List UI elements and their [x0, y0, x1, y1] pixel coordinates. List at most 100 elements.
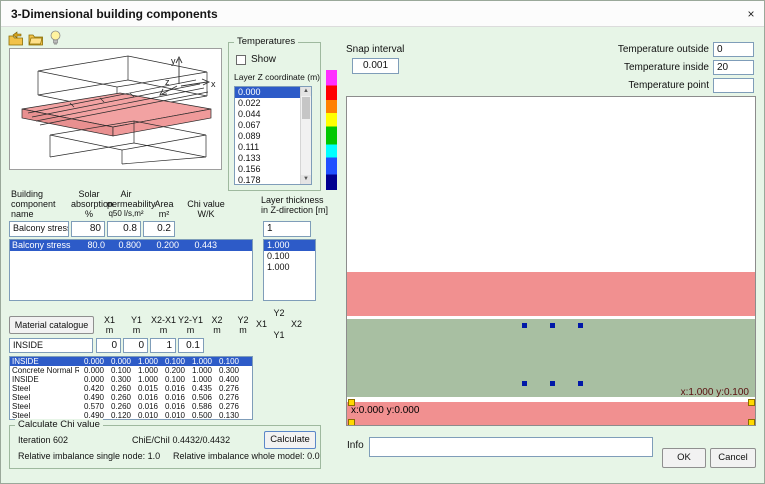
list-item[interactable]: 0.089: [235, 131, 300, 142]
material-name-input[interactable]: INSIDE: [9, 338, 93, 353]
temperatures-group-label: Temperatures: [234, 36, 298, 47]
layer-thickness-listbox[interactable]: 1.000 0.100 1.000: [263, 239, 316, 301]
header-y1: Y1m: [123, 315, 150, 335]
coordinate-headers: X1m Y1m X2-X1m Y2-Y1m X2m Y2m: [96, 307, 256, 335]
table-row[interactable]: Balcony stress 1m 80.0 0.800 0.200 0.443: [10, 240, 252, 251]
import-icon[interactable]: [8, 31, 24, 46]
ok-button[interactable]: OK: [662, 448, 706, 468]
model-3d-preview[interactable]: y x z: [9, 48, 222, 170]
scrollbar-thumb[interactable]: [302, 97, 310, 119]
list-item[interactable]: 0.044: [235, 109, 300, 120]
temperature-outside-label: Temperature outside: [599, 44, 709, 55]
axis-indicator: y x z: [155, 50, 221, 96]
imbalance-model-text: Relative imbalance whole model: 0.0: [173, 451, 320, 461]
y1-input[interactable]: 0: [123, 338, 148, 353]
temperature-inside-input[interactable]: 20: [713, 60, 754, 75]
temperature-point-label: Temperature point: [599, 80, 709, 91]
material-catalogue-button[interactable]: Material catalogue: [9, 316, 94, 334]
concrete-band-upper: [347, 272, 755, 316]
table-row[interactable]: INSIDE0.0000.3001.0000.1001.0000.400: [10, 375, 252, 384]
header-y2y1: Y2-Y1m: [177, 315, 204, 335]
info-input[interactable]: [369, 437, 653, 457]
coordinate-label-right: x:1.000 y:0.100: [681, 387, 749, 398]
materials-grid[interactable]: INSIDE0.0000.0001.0000.1001.0000.100 Con…: [9, 356, 253, 420]
layer-z-listbox[interactable]: 0.000 0.022 0.044 0.067 0.089 0.111 0.13…: [234, 86, 312, 185]
area-input[interactable]: 0.2: [143, 221, 175, 237]
layer-list-scrollbar[interactable]: ▲ ▼: [300, 87, 311, 184]
table-row[interactable]: INSIDE0.0000.0001.0000.1001.0000.100: [10, 357, 252, 366]
dy-input[interactable]: 0.1: [178, 338, 204, 353]
help-icon[interactable]: [49, 30, 62, 46]
header-y2: Y2m: [230, 315, 256, 335]
list-item[interactable]: 0.000: [235, 87, 300, 98]
axis-x-label: x: [211, 79, 216, 89]
steel-marker[interactable]: [578, 381, 583, 386]
table-row[interactable]: Steel0.4900.2600.0160.0160.5060.276: [10, 393, 252, 402]
steel-marker[interactable]: [522, 323, 527, 328]
dx-input[interactable]: 1: [150, 338, 176, 353]
header-chi-value: Chi valueW/K: [183, 199, 229, 219]
component-grid[interactable]: Balcony stress 1m 80.0 0.800 0.200 0.443: [9, 239, 253, 301]
selection-handle[interactable]: [748, 419, 755, 426]
calculate-button[interactable]: Calculate: [264, 431, 316, 449]
steel-marker[interactable]: [550, 381, 555, 386]
header-x1: X1m: [96, 315, 123, 335]
table-row[interactable]: Concrete Normal R...0.0000.1001.0000.200…: [10, 366, 252, 375]
header-x2: X2m: [204, 315, 230, 335]
header-area: Aream²: [145, 199, 183, 219]
scroll-down-icon[interactable]: ▼: [301, 175, 311, 184]
list-item[interactable]: 1.000: [264, 262, 315, 273]
component-name-input[interactable]: Balcony stress 1m: [9, 221, 69, 237]
solar-absorption-input[interactable]: 80: [71, 221, 105, 237]
list-item[interactable]: 0.133: [235, 153, 300, 164]
steel-marker[interactable]: [522, 381, 527, 386]
temperature-outside-input[interactable]: 0: [713, 42, 754, 57]
imbalance-node-text: Relative imbalance single node: 1.0: [18, 451, 160, 461]
table-row[interactable]: Steel0.5700.2600.0160.0160.5860.276: [10, 402, 252, 411]
snap-interval-input[interactable]: 0.001: [352, 58, 399, 74]
selection-handle[interactable]: [348, 419, 355, 426]
dialog-window: 3-Dimensional building components ×: [0, 0, 765, 484]
x1-input[interactable]: 0: [96, 338, 121, 353]
drawing-canvas[interactable]: x:1.000 y:0.100 x:0.000 y:0.000: [346, 96, 756, 426]
folder-icon[interactable]: [28, 31, 44, 46]
iteration-text: Iteration 602: [18, 435, 68, 445]
snap-interval-label: Snap interval: [346, 44, 404, 55]
list-item[interactable]: 0.156: [235, 164, 300, 175]
show-checkbox-label: Show: [251, 54, 276, 65]
axis-z-label: z: [165, 77, 170, 87]
steel-marker[interactable]: [550, 323, 555, 328]
temperatures-group: Temperatures Show Layer Z coordinate (m)…: [228, 42, 321, 191]
calculate-group-label: Calculate Chi value: [15, 419, 103, 430]
temperature-point-input[interactable]: [713, 78, 754, 93]
header-solar-absorption: Solarabsorption%: [71, 189, 107, 219]
layer-thickness-label: Layer thicknessin Z-direction [m]: [261, 195, 328, 215]
info-label: Info: [347, 440, 364, 451]
air-permeability-input[interactable]: 0.8: [107, 221, 141, 237]
component-table-headers: Buildingcomponentname Solarabsorption% A…: [9, 185, 261, 219]
title-bar: 3-Dimensional building components ×: [1, 1, 765, 27]
header-air-permeability: Airpermeabilityq50 l/s,m²: [107, 189, 145, 219]
close-icon[interactable]: ×: [741, 5, 761, 23]
temperature-inside-label: Temperature inside: [599, 62, 709, 73]
show-checkbox[interactable]: [236, 55, 246, 65]
temperature-scale: [326, 70, 337, 190]
cancel-button[interactable]: Cancel: [710, 448, 756, 468]
scroll-up-icon[interactable]: ▲: [301, 87, 311, 96]
list-item[interactable]: 0.178: [235, 175, 300, 185]
axis-y-label: y: [171, 56, 176, 66]
header-building-component-name: Buildingcomponentname: [9, 189, 71, 219]
list-item[interactable]: 1.000: [264, 240, 315, 251]
list-item[interactable]: 0.100: [264, 251, 315, 262]
list-item[interactable]: 0.111: [235, 142, 300, 153]
table-row[interactable]: Steel0.4200.2600.0150.0160.4350.276: [10, 384, 252, 393]
selection-handle[interactable]: [748, 399, 755, 406]
coordinate-legend: Y2 X1X2 Y1: [256, 308, 302, 341]
coordinate-label-origin: x:0.000 y:0.000: [351, 405, 419, 416]
page-title: 3-Dimensional building components: [11, 7, 218, 21]
calculate-group: Calculate Chi value Iteration 602 ChiE/C…: [9, 425, 321, 469]
steel-marker[interactable]: [578, 323, 583, 328]
list-item[interactable]: 0.067: [235, 120, 300, 131]
list-item[interactable]: 0.022: [235, 98, 300, 109]
layer-thickness-input[interactable]: 1: [263, 221, 311, 237]
